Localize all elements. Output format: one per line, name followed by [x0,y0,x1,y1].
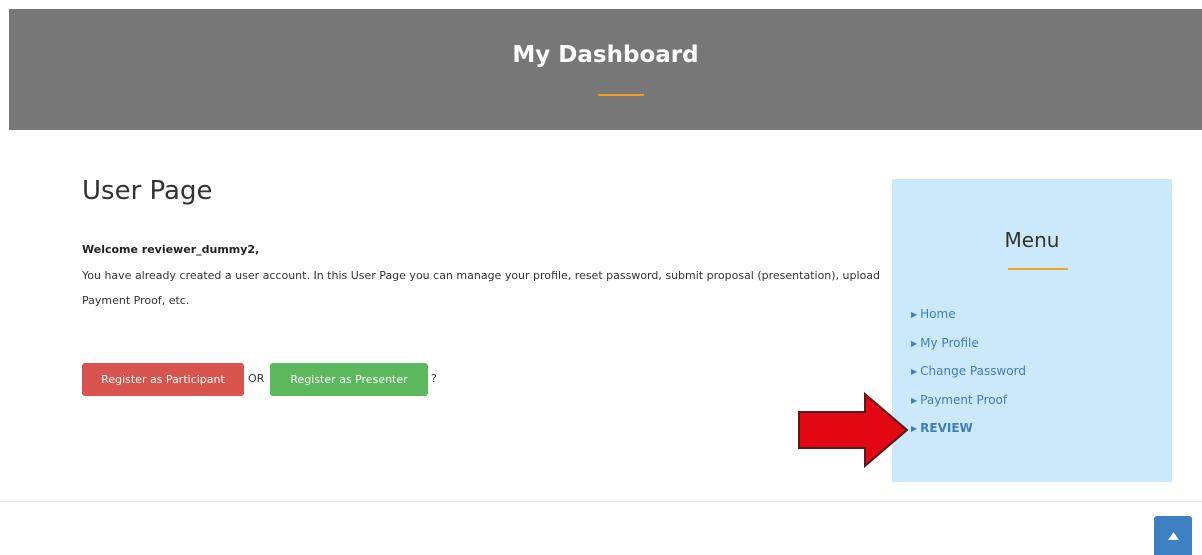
sidebar-item-label: REVIEW [920,421,973,435]
caret-right-icon: ▶ [911,338,918,348]
question-mark-text: ? [431,372,437,385]
or-text: OR [248,372,265,385]
sidebar-item-change-password[interactable]: ▶ Change Password [911,363,1026,392]
sidebar-item-review[interactable]: ▶ REVIEW [911,420,1026,449]
menu-accent-line [1008,268,1068,270]
sidebar-item-label: Change Password [920,364,1026,378]
menu-list: ▶ Home ▶ My Profile ▶ Change Password ▶ Paym… [911,306,1026,449]
page-title: User Page [82,176,213,206]
sidebar-item-label: Home [920,307,956,321]
page-header-banner: My Dashboard [9,9,1202,130]
footer-divider [0,501,1202,502]
caret-right-icon: ▶ [911,310,918,319]
welcome-message: Welcome reviewer_dummy2, [82,243,260,256]
sidebar-item-label: Payment Proof [920,392,1008,407]
sidebar-item-my-profile[interactable]: ▶ My Profile [911,335,1026,364]
page-header-title: My Dashboard [512,42,699,68]
caret-right-icon: ▶ [911,367,918,376]
sidebar-item-label: My Profile [920,335,979,350]
caret-right-icon: ▶ [911,395,918,405]
chevron-up-icon [1167,531,1179,540]
sidebar-item-home[interactable]: ▶ Home [911,306,1026,335]
scroll-to-top-button[interactable] [1154,516,1192,555]
intro-text: You have already created a user account.… [82,269,881,307]
caret-right-icon: ▶ [911,424,918,433]
register-presenter-button[interactable]: Register as Presenter [270,363,428,396]
sidebar-menu: Menu ▶ Home ▶ My Profile ▶ Change Password … [892,179,1172,482]
menu-title: Menu [1004,228,1060,252]
register-participant-button[interactable]: Register as Participant [82,363,244,396]
header-accent-line [598,94,644,96]
sidebar-item-payment-proof[interactable]: ▶ Payment Proof [911,392,1026,421]
red-arrow-icon [798,391,909,469]
